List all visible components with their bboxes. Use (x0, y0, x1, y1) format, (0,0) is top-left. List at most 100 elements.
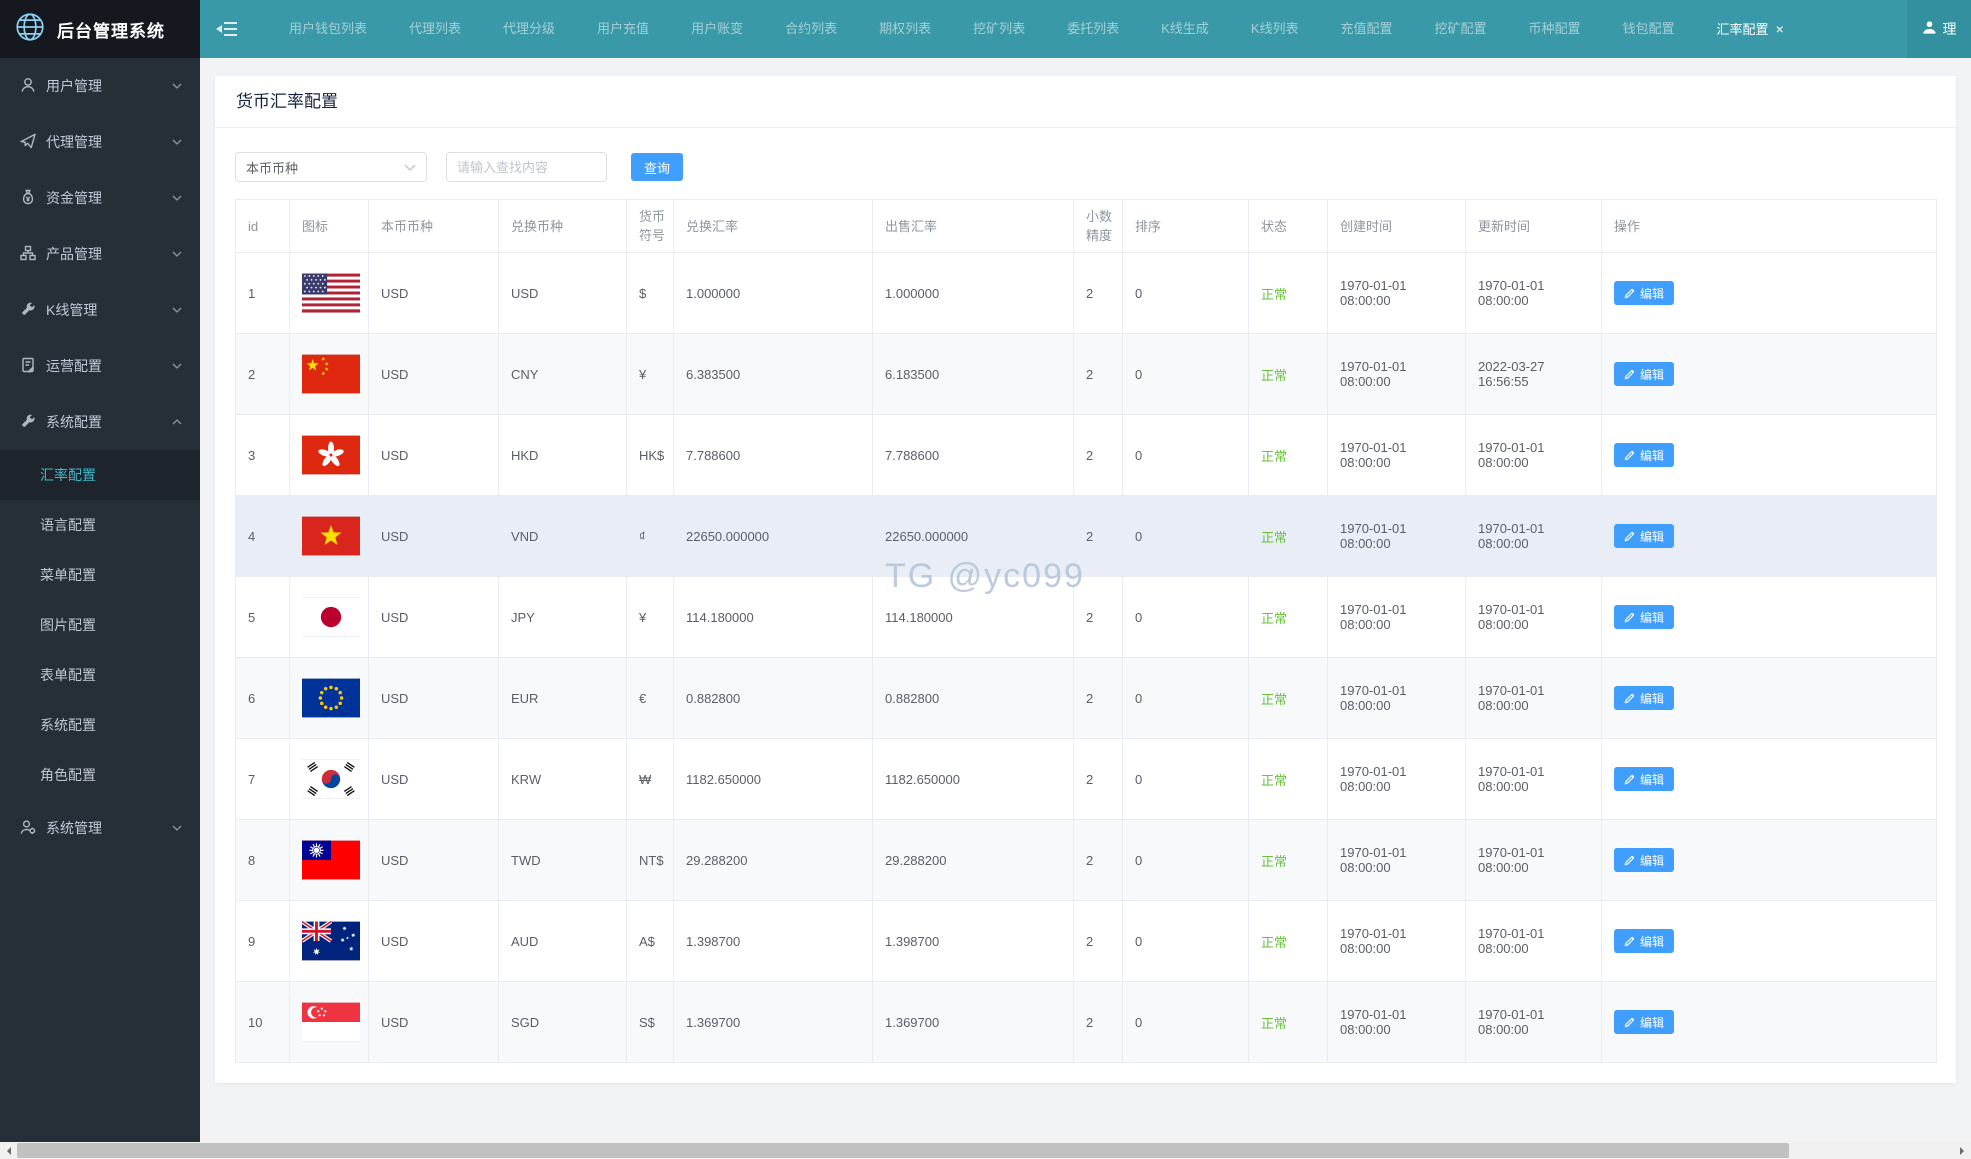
cell-currency-symbol: HK$ (627, 415, 674, 496)
cell-status: 正常 (1249, 658, 1328, 739)
cell-status: 正常 (1249, 577, 1328, 658)
tab-item[interactable]: 代理列表 (388, 0, 482, 58)
tab-item[interactable]: 合约列表 (764, 0, 858, 58)
edit-button[interactable]: 编辑 (1614, 929, 1674, 953)
sidebar-subitem-active[interactable]: 汇率配置 (0, 450, 200, 500)
cell-quote-currency: VND (499, 496, 627, 577)
sidebar-subitem[interactable]: 图片配置 (0, 600, 200, 650)
column-header: 操作 (1602, 200, 1937, 253)
sidebar-subitem[interactable]: 表单配置 (0, 650, 200, 700)
edit-button[interactable]: 编辑 (1614, 848, 1674, 872)
cell-id: 5 (236, 577, 290, 658)
search-input[interactable] (446, 152, 607, 182)
cell-id: 7 (236, 739, 290, 820)
tab-item[interactable]: 期权列表 (858, 0, 952, 58)
tab-item[interactable]: 委托列表 (1046, 0, 1140, 58)
cell-precision: 2 (1074, 253, 1123, 334)
cell-created: 1970-01-01 08:00:00 (1328, 415, 1466, 496)
cell-flag (290, 982, 369, 1063)
cell-base-currency: USD (369, 901, 499, 982)
edit-button[interactable]: 编辑 (1614, 281, 1674, 305)
main-content: 货币汇率配置 本币币种 查询 id图标本币币种兑换币种货币符号兑换汇率出售汇率小… (200, 58, 1971, 1142)
cell-status: 正常 (1249, 253, 1328, 334)
cell-updated: 1970-01-01 08:00:00 (1466, 253, 1602, 334)
scroll-left-arrow-icon[interactable] (0, 1142, 17, 1159)
cell-sell-rate: 114.180000 (873, 577, 1074, 658)
tab-label: 充值配置 (1340, 21, 1392, 36)
edit-button[interactable]: 编辑 (1614, 605, 1674, 629)
cell-status: 正常 (1249, 739, 1328, 820)
edit-button[interactable]: 编辑 (1614, 1010, 1674, 1034)
sidebar-item[interactable]: 系统管理 (0, 800, 200, 856)
cell-base-currency: USD (369, 982, 499, 1063)
tab-item[interactable]: 币种配置 (1508, 0, 1602, 58)
tab-item[interactable]: 充值配置 (1319, 0, 1413, 58)
sidebar-item[interactable]: 系统配置 (0, 394, 200, 450)
cell-buy-rate: 22650.000000 (674, 496, 873, 577)
edit-button[interactable]: 编辑 (1614, 686, 1674, 710)
sidebar-item[interactable]: 产品管理 (0, 226, 200, 282)
tab-label: 挖矿列表 (973, 21, 1025, 36)
status-badge: 正常 (1261, 449, 1287, 464)
sidebar-subitem[interactable]: 系统配置 (0, 700, 200, 750)
cell-base-currency: USD (369, 334, 499, 415)
cell-sort: 0 (1123, 820, 1249, 901)
tab-item[interactable]: 用户充值 (576, 0, 670, 58)
edit-button-label: 编辑 (1640, 690, 1664, 707)
chevron-up-icon (172, 419, 182, 425)
flag-au-icon (302, 921, 362, 961)
app-logo: 后台管理系统 (0, 0, 200, 58)
app-window: 后台管理系统 用户钱包列表代理列表代理分级用户充值用户账变 合约列表 期权列表 挖矿列… (0, 0, 1971, 1159)
sidebar-collapse-icon[interactable] (216, 21, 238, 37)
sidebar-subitem[interactable]: 角色配置 (0, 750, 200, 800)
tab-item[interactable]: 用户钱包列表 (268, 0, 388, 58)
user-menu[interactable]: 理 (1907, 0, 1971, 58)
cell-sell-rate: 6.183500 (873, 334, 1074, 415)
filter-bar: 本币币种 查询 (235, 152, 1956, 182)
horizontal-scrollbar[interactable] (0, 1142, 1971, 1159)
user-name: 理 (1943, 19, 1957, 39)
cell-actions: 编辑 (1602, 415, 1937, 496)
sidebar-item-label: 系统配置 (46, 412, 172, 432)
chevron-down-icon (172, 307, 182, 313)
scroll-right-arrow-icon[interactable] (1954, 1142, 1971, 1159)
sidebar-item[interactable]: 运营配置 (0, 338, 200, 394)
sidebar-item-label: 运营配置 (46, 356, 172, 376)
tab-item[interactable]: 挖矿列表 (952, 0, 1046, 58)
table-row: 6USDEUR€0.8828000.88280020正常1970-01-01 0… (236, 658, 1937, 739)
cell-updated: 1970-01-01 08:00:00 (1466, 658, 1602, 739)
top-navbar: 后台管理系统 用户钱包列表代理列表代理分级用户充值用户账变 合约列表 期权列表 挖矿列… (0, 0, 1971, 58)
tab-label: 汇率配置 (1717, 22, 1769, 37)
pencil-icon (1624, 693, 1635, 704)
tab-label: K线生成 (1161, 21, 1209, 36)
tab-label: 合约列表 (785, 21, 837, 36)
edit-button[interactable]: 编辑 (1614, 443, 1674, 467)
tab-item[interactable]: 钱包配置 (1602, 0, 1696, 58)
sidebar-item[interactable]: 用户管理 (0, 58, 200, 114)
cell-actions: 编辑 (1602, 658, 1937, 739)
cell-base-currency: USD (369, 577, 499, 658)
tab-item[interactable]: 挖矿配置 (1414, 0, 1508, 58)
currency-select[interactable]: 本币币种 (235, 152, 427, 182)
sidebar-item[interactable]: 代理管理 (0, 114, 200, 170)
column-header: 排序 (1123, 200, 1249, 253)
cell-base-currency: USD (369, 658, 499, 739)
scrollbar-thumb[interactable] (17, 1143, 1789, 1158)
search-button[interactable]: 查询 (631, 153, 683, 181)
tab-item[interactable]: 代理分级 (482, 0, 576, 58)
tab-item[interactable]: K线生成 (1140, 0, 1230, 58)
column-header: 创建时间 (1328, 200, 1466, 253)
edit-button[interactable]: 编辑 (1614, 362, 1674, 386)
cell-quote-currency: SGD (499, 982, 627, 1063)
tab-close-icon[interactable]: × (1776, 21, 1784, 37)
sidebar-item[interactable]: 资金管理 (0, 170, 200, 226)
edit-button[interactable]: 编辑 (1614, 767, 1674, 791)
tab-item[interactable]: 用户账变 (670, 0, 764, 58)
sidebar-subitem[interactable]: 菜单配置 (0, 550, 200, 600)
sidebar-item[interactable]: K线管理 (0, 282, 200, 338)
tab-item[interactable]: K线列表 (1230, 0, 1320, 58)
sidebar-subitem[interactable]: 语言配置 (0, 500, 200, 550)
table-row: 1USDUSD$1.0000001.00000020正常1970-01-01 0… (236, 253, 1937, 334)
edit-button[interactable]: 编辑 (1614, 524, 1674, 548)
tab-item-active[interactable]: 汇率配置 × (1696, 0, 1805, 58)
